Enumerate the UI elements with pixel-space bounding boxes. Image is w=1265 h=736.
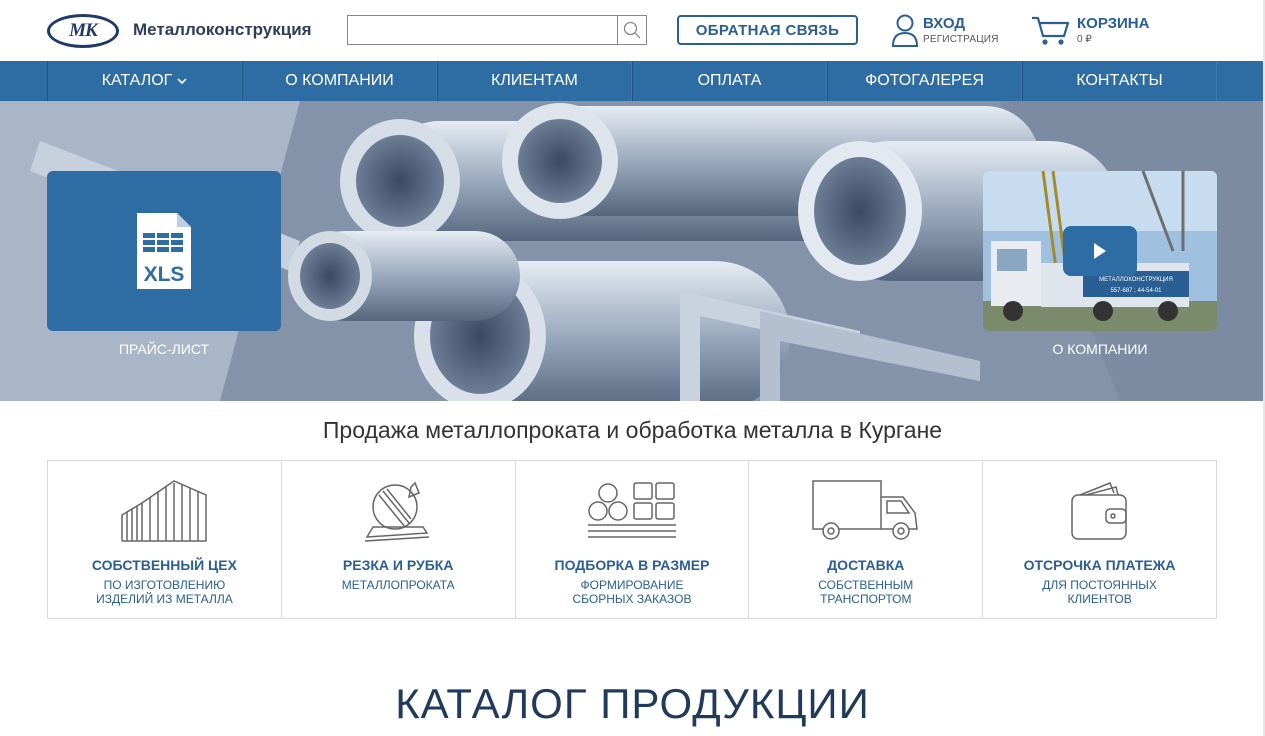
brand-name[interactable]: Металлоконструкция [133,20,312,40]
feature-workshop[interactable]: СОБСТВЕННЫЙ ЦЕХ ПО ИЗГОТОВЛЕНИЮ ИЗДЕЛИЙ И… [48,461,282,618]
catalog-heading: КАТАЛОГ ПРОДУКЦИИ [395,680,870,727]
nav-item-label: ОПЛАТА [697,72,762,89]
cutting-saw-icon [365,481,430,542]
cart-sum: 0 ₽ [1077,34,1092,45]
feature-subtitle: СОБСТВЕННЫМ ТРАНСПОРТОМ [818,578,914,606]
search-input[interactable] [348,16,618,44]
price-list-card[interactable]: XLS [47,171,281,331]
nav-item-gallery[interactable]: ФОТОГАЛЕРЕЯ [827,61,1022,101]
feature-cutting[interactable]: РЕЗКА И РУБКА МЕТАЛЛОПРОКАТА [282,461,516,618]
nav-item-catalog[interactable]: КАТАЛОГ [47,61,242,101]
company-video-label[interactable]: О КОМПАНИИ [983,341,1217,357]
cart-label: КОРЗИНА [1077,15,1150,32]
page: МК Металлоконструкция ОБРАТНАЯ СВЯЗЬ ВХО… [0,0,1265,736]
page-headline: Продажа металлопроката и обработка метал… [322,417,943,443]
pipes-stack-icon [587,482,676,538]
search-icon [623,21,641,39]
nav-item-label: О КОМПАНИИ [285,72,394,89]
main-nav: КАТАЛОГ О КОМПАНИИ КЛИЕНТАМ ОПЛАТА ФОТОГ… [0,61,1265,101]
feature-title: РЕЗКА И РУБКА [342,557,454,573]
feature-title: СОБСТВЕННЫЙ ЦЕХ [91,557,237,573]
play-button[interactable] [1063,226,1137,276]
nav-item-contacts[interactable]: КОНТАКТЫ [1022,61,1217,101]
feature-subtitle: ПО ИЗГОТОВЛЕНИЮ ИЗДЕЛИЙ ИЗ МЕТАЛЛА [96,578,233,606]
cart-link[interactable]: КОРЗИНА 0 ₽ [1031,13,1171,49]
company-video-card[interactable]: МЕТАЛЛОКОНСТРУКЦИЯ 557-687 ; 44-54-01 [983,171,1217,331]
nav-item-label: КЛИЕНТАМ [491,72,578,89]
nav-item-label: КАТАЛОГ [101,72,173,89]
site-header: МК Металлоконструкция ОБРАТНАЯ СВЯЗЬ ВХО… [0,0,1265,61]
nav-item-clients[interactable]: КЛИЕНТАМ [437,61,632,101]
chevron-down-icon [177,78,187,85]
feedback-button[interactable]: ОБРАТНАЯ СВЯЗЬ [677,15,858,45]
feature-deferred-payment[interactable]: ОТСРОЧКА ПЛАТЕЖА ДЛЯ ПОСТОЯННЫХ КЛИЕНТОВ [983,461,1216,618]
nav-item-label: ФОТОГАЛЕРЕЯ [865,72,984,89]
svg-text:557-687 ; 44-54-01: 557-687 ; 44-54-01 [1110,288,1162,294]
wallet-icon [1070,482,1127,540]
cart-icon [1032,16,1070,45]
price-list-label[interactable]: ПРАЙС-ЛИСТ [47,341,281,357]
svg-text:МЕТАЛЛОКОНСТРУКЦИЯ: МЕТАЛЛОКОНСТРУКЦИЯ [1099,277,1173,283]
svg-text:XLS: XLS [144,263,185,286]
logo[interactable]: МК [47,14,119,48]
play-icon [1094,243,1106,259]
user-icon [891,14,919,47]
feature-title: ОТСРОЧКА ПЛАТЕЖА [1023,557,1176,573]
feature-title: ДОСТАВКА [827,557,905,573]
xls-file-icon: XLS [137,213,191,289]
login-label: ВХОД [923,15,966,32]
hero-banner: XLS ПРАЙС-ЛИСТ МЕТАЛЛОКОНСТРУКЦИЯ 557-68… [0,101,1265,401]
delivery-truck-icon [812,480,918,540]
logo-mark: МК [69,20,98,41]
features-bar: СОБСТВЕННЫЙ ЦЕХ ПО ИЗГОТОВЛЕНИЮ ИЗДЕЛИЙ И… [47,460,1217,619]
feature-subtitle: ДЛЯ ПОСТОЯННЫХ КЛИЕНТОВ [1042,578,1157,606]
workshop-icon [121,480,208,542]
search-box [347,15,647,45]
nav-item-payment[interactable]: ОПЛАТА [632,61,827,101]
search-button[interactable] [617,16,646,44]
nav-item-label: КОНТАКТЫ [1076,72,1163,89]
nav-item-about[interactable]: О КОМПАНИИ [242,61,437,101]
feature-subtitle: ФОРМИРОВАНИЕ СБОРНЫХ ЗАКАЗОВ [572,578,692,606]
feature-sizing[interactable]: ПОДБОРКА В РАЗМЕР ФОРМИРОВАНИЕ СБОРНЫХ ЗА… [516,461,750,618]
feature-title: ПОДБОРКА В РАЗМЕР [554,557,710,573]
login-link[interactable]: ВХОД РЕГИСТРАЦИЯ [891,13,1001,49]
register-label[interactable]: РЕГИСТРАЦИЯ [923,34,999,45]
feature-subtitle: МЕТАЛЛОПРОКАТА [341,578,455,592]
feature-delivery[interactable]: ДОСТАВКА СОБСТВЕННЫМ ТРАНСПОРТОМ [749,461,984,618]
